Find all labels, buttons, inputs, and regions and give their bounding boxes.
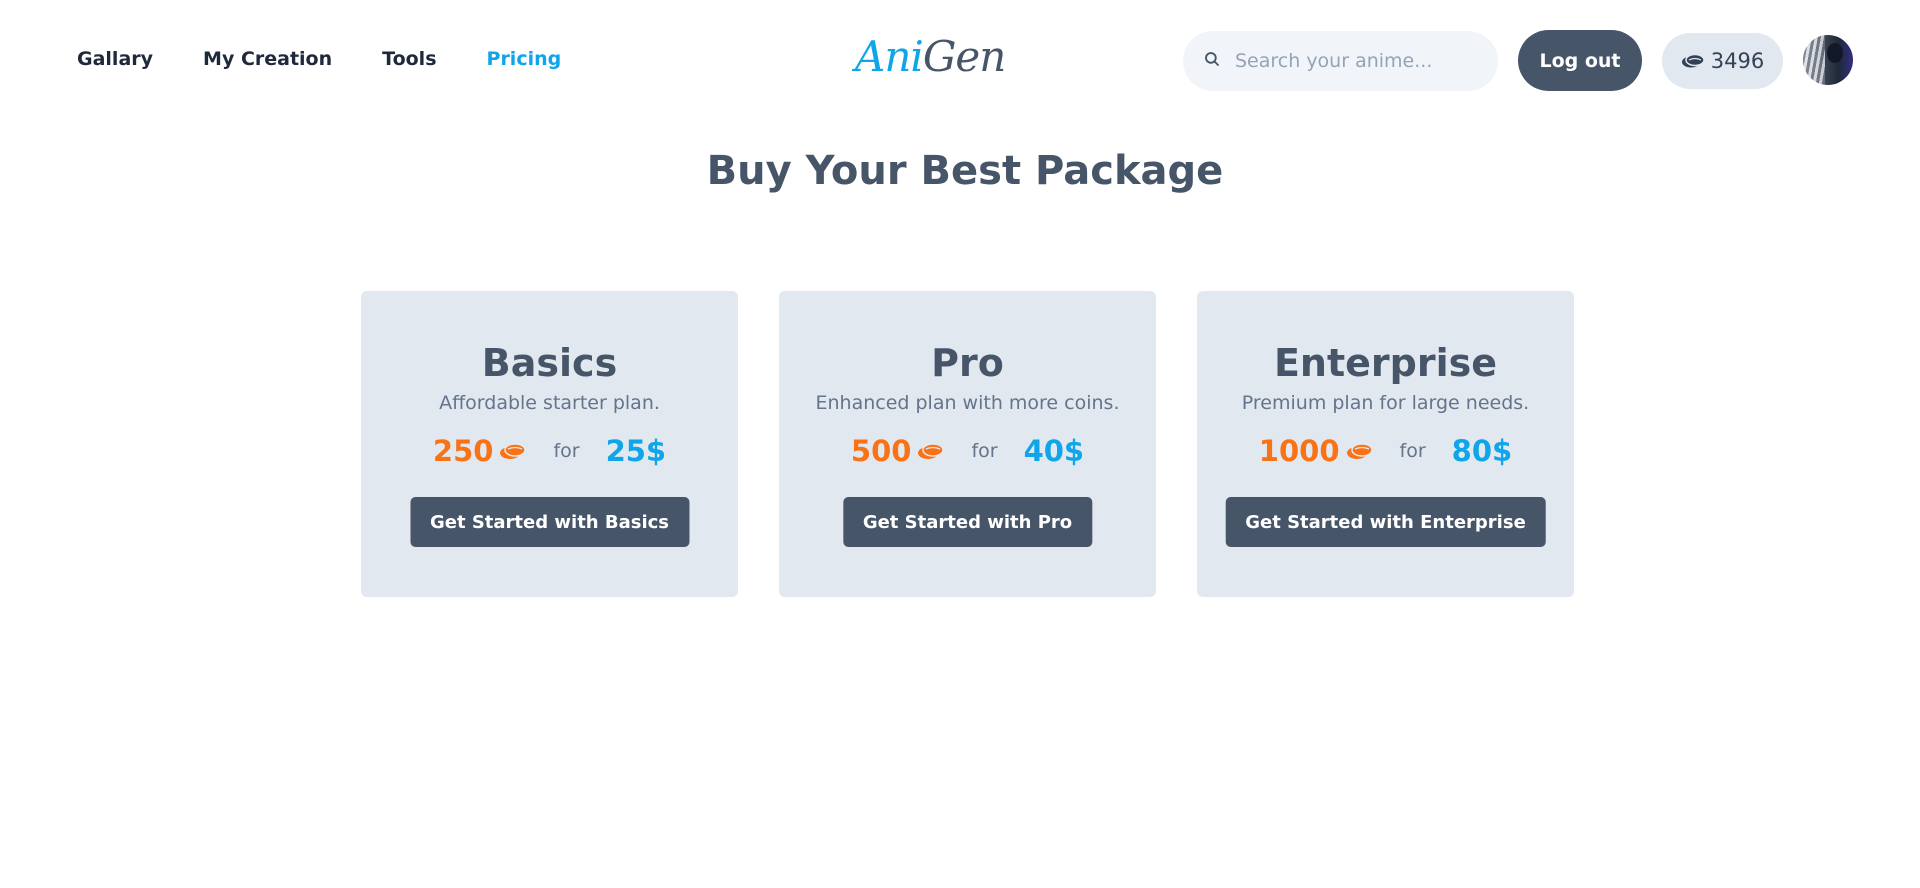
plan-card-pro: Pro Enhanced plan with more coins. 500 f… [779,291,1156,597]
nav-link-my-creation[interactable]: My Creation [203,48,332,70]
avatar-background [1803,35,1825,85]
search-input[interactable] [1235,50,1475,72]
nav-links: Gallary My Creation Tools Pricing [77,48,611,70]
top-nav: Gallary My Creation Tools Pricing AniGen… [0,0,1920,124]
nav-link-gallary[interactable]: Gallary [77,48,153,70]
plan-coin-amount: 250 [432,434,494,468]
page-title: Buy Your Best Package [706,148,1224,194]
logo-part-ani: Ani [855,32,924,81]
plan-for-label: for [971,440,998,462]
plan-price-row: 500 for 40$ [779,434,1156,468]
get-started-enterprise-button[interactable]: Get Started with Enterprise [1225,497,1546,547]
plan-for-label: for [1399,440,1426,462]
plan-title: Pro [931,341,1004,385]
plan-coin-amount: 500 [850,434,912,468]
plan-price-row: 250 for 25$ [361,434,738,468]
coin-balance-value: 3496 [1710,49,1765,73]
brand-logo[interactable]: AniGen [855,32,1006,81]
logo-part-gen: Gen [922,32,1006,81]
get-started-basics-button[interactable]: Get Started with Basics [409,497,690,547]
search-bar [1183,31,1498,91]
search-icon [1203,50,1221,72]
plan-price: 80$ [1451,434,1513,468]
coins-icon [499,441,527,461]
plan-card-enterprise: Enterprise Premium plan for large needs.… [1197,291,1574,597]
user-avatar[interactable] [1803,35,1853,85]
plan-description: Premium plan for large needs. [1241,392,1530,414]
plan-price: 40$ [1023,434,1085,468]
plan-card-basics: Basics Affordable starter plan. 250 for … [361,291,738,597]
get-started-pro-button[interactable]: Get Started with Pro [842,497,1093,547]
logout-button[interactable]: Log out [1518,30,1642,91]
plan-price: 25$ [605,434,667,468]
coins-icon [1346,441,1374,461]
coins-icon [917,441,945,461]
avatar-figure [1827,43,1843,63]
plan-description: Enhanced plan with more coins. [815,392,1120,414]
coin-balance-badge[interactable]: 3496 [1662,33,1783,89]
coins-icon [1681,53,1705,69]
plan-description: Affordable starter plan. [439,392,660,414]
nav-link-tools[interactable]: Tools [382,48,436,70]
plan-title: Basics [481,341,618,385]
nav-link-pricing[interactable]: Pricing [487,48,562,70]
plan-title: Enterprise [1273,341,1498,385]
plan-coin-amount: 1000 [1258,434,1340,468]
plan-for-label: for [553,440,580,462]
plan-price-row: 1000 for 80$ [1197,434,1574,468]
